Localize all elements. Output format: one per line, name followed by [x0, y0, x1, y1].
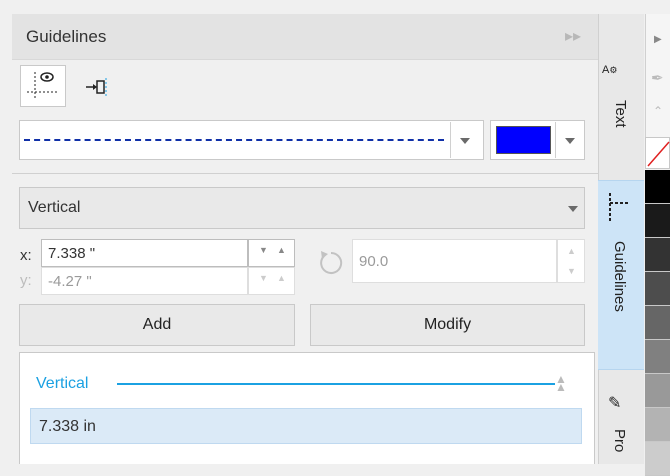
palette-toolbar: ▶ ✒ ⌃	[645, 14, 670, 144]
y-position-value: -4.27 "	[48, 273, 92, 290]
collapse-group-icon[interactable]: ▲ ▲	[555, 373, 567, 393]
tab-properties[interactable]: ✎ Pro	[598, 385, 644, 464]
spin-down-icon[interactable]: ▼	[259, 245, 268, 255]
tab-text[interactable]: A⚙ Text	[598, 60, 644, 180]
spin-up-icon[interactable]: ▲	[277, 273, 286, 283]
text-icon: A⚙	[602, 64, 618, 76]
spin-down-icon[interactable]: ▼	[259, 273, 268, 283]
add-button[interactable]: Add	[19, 304, 295, 346]
x-position-value: 7.338 "	[48, 245, 96, 262]
y-label: y:	[20, 272, 32, 289]
line-color-picker[interactable]	[490, 120, 585, 160]
no-color-swatch[interactable]	[645, 137, 670, 169]
list-group-header: Vertical	[36, 375, 89, 392]
show-guidelines-button[interactable]	[20, 65, 66, 107]
docker-title: Guidelines	[26, 27, 107, 46]
properties-icon: ✎	[608, 395, 622, 412]
snap-guideline-icon	[86, 78, 107, 96]
spin-up-icon[interactable]: ▲	[277, 245, 286, 255]
snap-to-guidelines-button[interactable]	[84, 76, 110, 98]
x-label: x:	[20, 247, 32, 264]
rotate-icon	[316, 248, 346, 278]
color-swatch	[496, 126, 551, 154]
palette-swatch[interactable]	[645, 204, 670, 238]
guidelines-docker: Guidelines ▸▸ ✕ Vertical	[0, 0, 624, 464]
palette-swatch[interactable]	[645, 340, 670, 374]
spin-up-icon[interactable]: ▲	[567, 246, 576, 256]
angle-spinner[interactable]: ▲ ▼	[557, 239, 585, 283]
chevron-down-icon	[568, 206, 578, 212]
palette-scroll-up-icon[interactable]: ⌃	[653, 104, 663, 118]
list-item-label: 7.338 in	[39, 418, 96, 435]
palette-swatch[interactable]	[645, 306, 670, 340]
palette-swatch[interactable]	[645, 238, 670, 272]
angle-input[interactable]: 90.0	[352, 239, 557, 283]
separator	[12, 173, 598, 174]
tab-properties-label: Pro	[611, 429, 628, 453]
expand-docker-icon[interactable]: ▸▸	[565, 26, 581, 46]
line-style-dropdown[interactable]	[19, 120, 484, 160]
guidelines-list: Vertical ▲ ▲ 7.338 in	[19, 352, 595, 464]
divider	[555, 122, 556, 158]
x-spinner[interactable]: ▼ ▲	[248, 239, 295, 267]
tab-guidelines-label: Guidelines	[611, 241, 628, 312]
tab-text-label: Text	[612, 100, 629, 128]
group-header-line	[117, 383, 555, 385]
modify-button[interactable]: Modify	[310, 304, 585, 346]
palette-swatch[interactable]	[645, 272, 670, 306]
tab-guidelines[interactable]: Guidelines	[598, 180, 644, 370]
chevron-down-icon	[565, 138, 575, 144]
y-spinner[interactable]: ▼ ▲	[248, 267, 295, 295]
divider	[450, 122, 451, 158]
palette-expand-icon[interactable]: ▶	[654, 34, 662, 45]
guideline-type-value: Vertical	[28, 199, 81, 216]
palette-swatch[interactable]	[645, 442, 670, 476]
chevron-down-icon	[460, 138, 470, 144]
list-item[interactable]: 7.338 in	[30, 408, 582, 444]
x-position-input[interactable]: 7.338 "	[41, 239, 248, 267]
y-position-input[interactable]: -4.27 "	[41, 267, 248, 295]
eyedropper-icon[interactable]: ✒	[651, 69, 664, 87]
line-style-preview	[24, 139, 444, 141]
palette-swatch[interactable]	[645, 408, 670, 442]
spin-down-icon[interactable]: ▼	[567, 266, 576, 276]
angle-value: 90.0	[359, 253, 389, 270]
guidelines-tab-icon	[606, 193, 630, 227]
palette-swatch[interactable]	[645, 374, 670, 408]
guideline-eye-icon	[27, 72, 57, 100]
palette-swatch[interactable]	[645, 170, 670, 204]
guideline-type-dropdown[interactable]: Vertical	[19, 187, 585, 229]
